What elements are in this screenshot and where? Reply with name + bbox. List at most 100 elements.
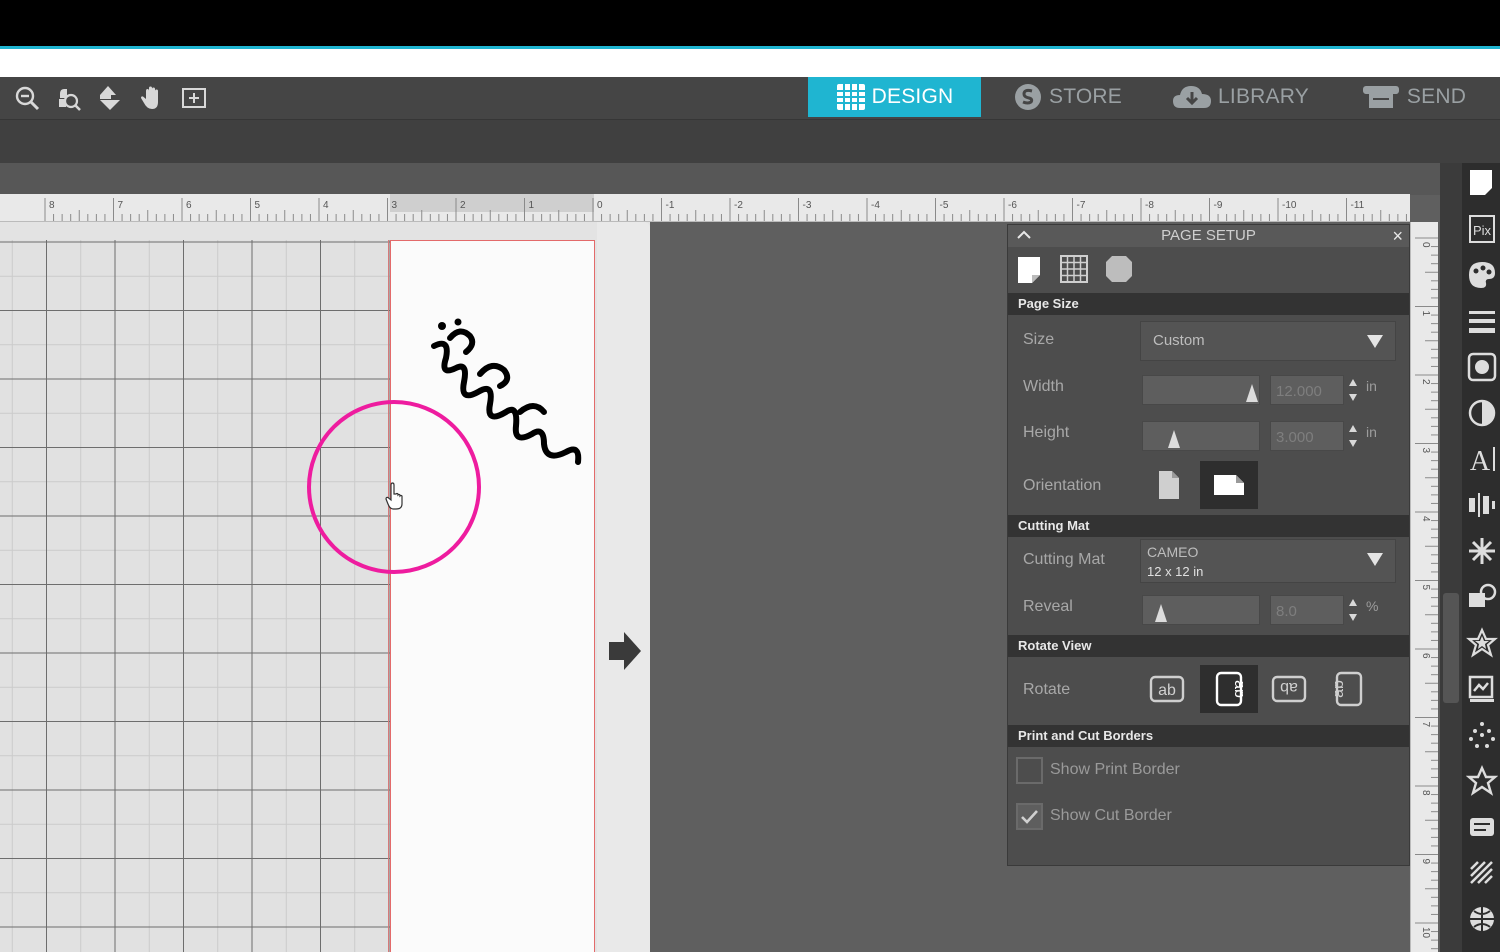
ruler-label: 3	[1420, 448, 1431, 454]
replicate-icon[interactable]	[1466, 535, 1498, 567]
tab-library-label: LIBRARY	[1218, 85, 1309, 108]
show-print-border-label: Show Print Border	[1050, 761, 1180, 778]
spinner-arrows-icon[interactable]	[1348, 597, 1358, 623]
globe-icon[interactable]	[1466, 903, 1498, 935]
reveal-label: Reveal	[1023, 598, 1073, 615]
move-down-icon[interactable]	[95, 83, 125, 113]
width-input[interactable]: 12.000	[1270, 375, 1344, 405]
size-value: Custom	[1153, 332, 1205, 349]
expand-arrow-icon[interactable]	[608, 630, 642, 672]
store-s-icon	[1015, 84, 1042, 110]
slider-thumb[interactable]	[1245, 384, 1258, 402]
ruler-label: 4	[1420, 516, 1431, 522]
tab-store[interactable]: STORE	[981, 77, 1154, 117]
ruler-label: 9	[1420, 859, 1431, 865]
ruler-label: -11	[1351, 200, 1365, 211]
background-tab-icon[interactable]	[1103, 253, 1135, 285]
portrait-button[interactable]	[1140, 461, 1198, 509]
pixscan-icon[interactable]: Pix	[1466, 213, 1498, 245]
line-style-icon[interactable]	[1466, 305, 1498, 337]
ruler-label: 5	[255, 200, 261, 211]
scrollbar-thumb[interactable]	[1443, 593, 1459, 703]
ruler-label: 0	[597, 200, 603, 211]
rotate-0-button[interactable]: ab	[1138, 665, 1196, 713]
scrollbar[interactable]	[1440, 163, 1462, 952]
modify-icon[interactable]	[1466, 581, 1498, 613]
ruler-label: -5	[940, 200, 949, 211]
trace-icon[interactable]	[1466, 673, 1498, 705]
reveal-unit: %	[1366, 598, 1379, 614]
ruler-label: 6	[186, 200, 192, 211]
section-cutting-mat: Cutting Mat	[1008, 515, 1409, 537]
mode-tabs: DESIGN STORE LIBRARY SEND	[808, 77, 1500, 119]
tab-library[interactable]: LIBRARY	[1154, 77, 1327, 117]
svg-text:ab: ab	[1335, 680, 1347, 698]
send-panel-icon[interactable]	[1466, 811, 1498, 843]
reveal-input[interactable]: 8.0	[1270, 595, 1344, 625]
cutting-mat-name: CAMEO	[1147, 544, 1199, 560]
top-black-bar	[0, 0, 1500, 46]
tab-store-label: STORE	[1049, 85, 1122, 108]
grid-tab-icon[interactable]	[1058, 253, 1090, 285]
tab-design[interactable]: DESIGN	[808, 77, 981, 117]
pan-hand-icon[interactable]	[137, 83, 167, 113]
size-dropdown[interactable]: Custom	[1140, 321, 1396, 361]
page-setup-panel-icon[interactable]	[1466, 167, 1498, 199]
page-setup-tab-icon[interactable]	[1014, 253, 1046, 285]
show-cut-border-row: Show Cut Border	[1008, 793, 1409, 839]
height-input[interactable]: 3.000	[1270, 421, 1344, 451]
show-print-border-checkbox[interactable]	[1016, 757, 1043, 784]
ruler-label: 5	[1420, 585, 1431, 591]
rotate-0-icon: ab	[1149, 675, 1185, 703]
secondary-toolbar	[0, 119, 1500, 163]
send-plotter-icon	[1362, 86, 1399, 108]
reveal-row: Reveal 8.0 %	[1008, 585, 1409, 631]
rotate-270-button[interactable]: ab	[1320, 665, 1378, 713]
cutting-mat-dropdown[interactable]: CAMEO 12 x 12 in	[1140, 539, 1396, 583]
spinner-arrows-icon[interactable]	[1348, 423, 1358, 449]
design-grid-icon	[836, 84, 865, 110]
vertical-ruler: 0 1 2 3 4 5 6 7 8 9 10	[1410, 222, 1438, 952]
ruler-label: 6	[1420, 653, 1431, 659]
slider-thumb[interactable]	[1155, 604, 1168, 622]
align-icon[interactable]	[1466, 489, 1498, 521]
rotate-90-button[interactable]: ab	[1200, 665, 1258, 713]
text-style-icon[interactable]: A	[1466, 443, 1498, 475]
height-label: Height	[1023, 424, 1070, 441]
orientation-row: Orientation	[1008, 457, 1409, 515]
ruler-label: 10	[1420, 927, 1431, 939]
width-label: Width	[1023, 378, 1064, 395]
height-slider[interactable]	[1142, 421, 1260, 451]
contrast-icon[interactable]	[1466, 397, 1498, 429]
mat-margin	[597, 222, 650, 952]
sketch-icon[interactable]	[1466, 719, 1498, 751]
show-cut-border-checkbox[interactable]	[1016, 803, 1043, 830]
tab-send-label: SEND	[1406, 85, 1467, 108]
zoom-selected-icon[interactable]	[53, 83, 83, 113]
collapse-caret-icon[interactable]	[1016, 227, 1032, 243]
cloud-library-icon	[1173, 86, 1212, 108]
zoom-out-icon[interactable]	[12, 83, 42, 113]
landscape-page-icon	[1214, 475, 1244, 495]
offset-star-icon[interactable]	[1466, 627, 1498, 659]
favorites-star-icon[interactable]	[1466, 765, 1498, 797]
fill-palette-icon[interactable]	[1466, 259, 1498, 291]
ruler-label: 7	[118, 200, 124, 211]
rotate-180-button[interactable]: ab	[1260, 665, 1318, 713]
show-cut-border-label: Show Cut Border	[1050, 807, 1172, 824]
rotate-270-icon: ab	[1335, 671, 1363, 707]
tab-send[interactable]: SEND	[1327, 77, 1500, 117]
horizontal-ruler: 8 7 6 5 4 3 2 1 0 -1 -2 -3 -4 -5 -6 -7 -8 -9 -10 -11	[0, 194, 1410, 222]
image-effects-icon[interactable]	[1466, 351, 1498, 383]
spinner-arrows-icon[interactable]	[1348, 377, 1358, 403]
ruler-label: -10	[1282, 200, 1297, 211]
ruler-label: -6	[1008, 200, 1017, 211]
fit-to-page-icon[interactable]	[179, 83, 209, 113]
width-slider[interactable]	[1142, 375, 1260, 405]
reveal-slider[interactable]	[1142, 595, 1260, 625]
texture-fill-icon[interactable]	[1466, 857, 1498, 889]
slider-thumb[interactable]	[1167, 430, 1180, 448]
landscape-button[interactable]	[1200, 461, 1258, 509]
portrait-page-icon	[1159, 471, 1179, 499]
close-icon[interactable]: ×	[1392, 225, 1403, 247]
